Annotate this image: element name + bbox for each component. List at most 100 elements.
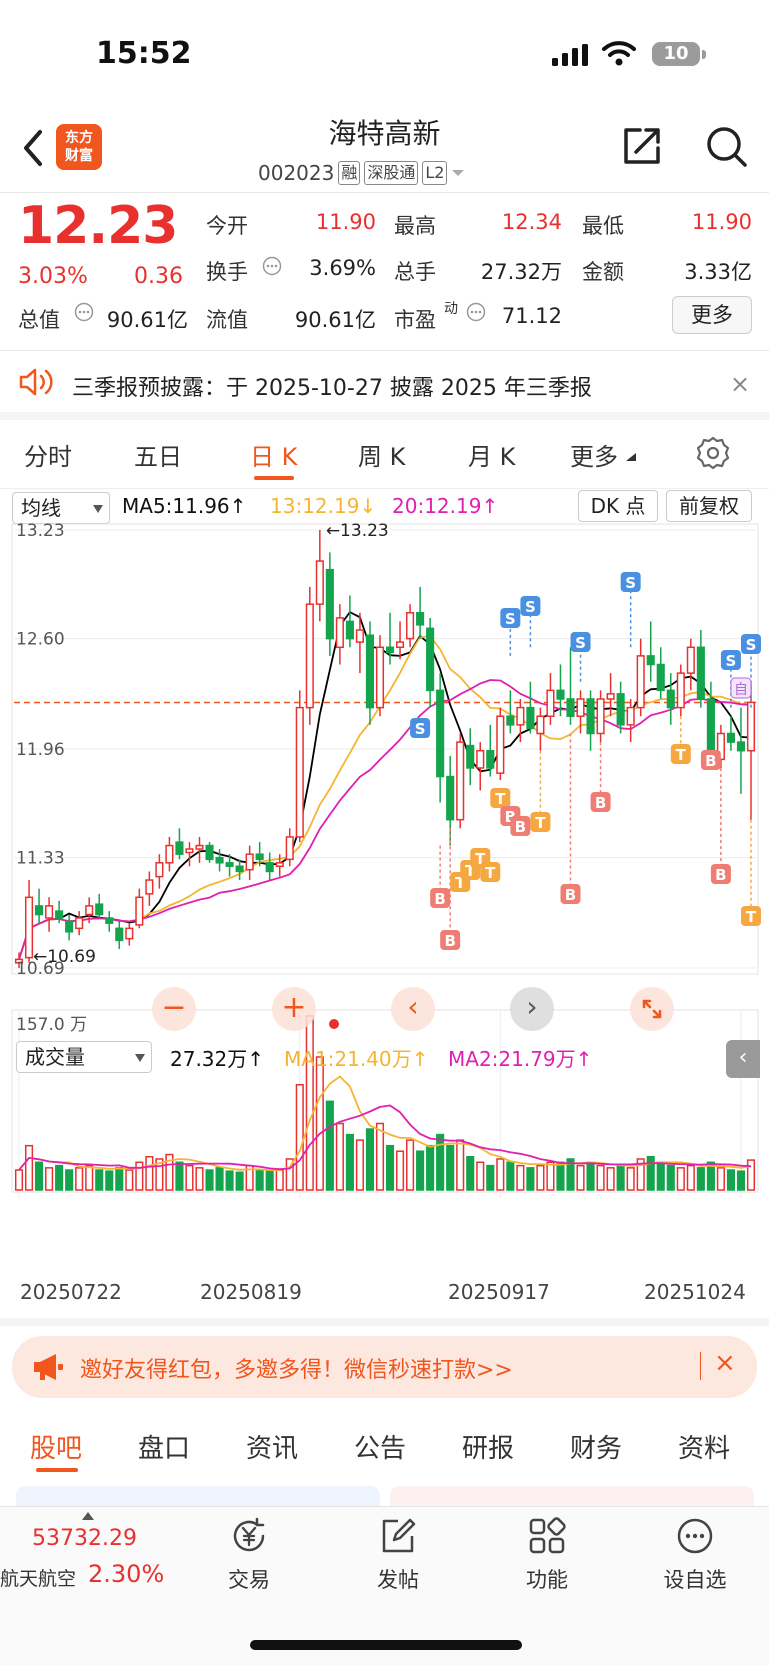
candle-body — [225, 862, 234, 868]
volume-bar — [265, 1170, 274, 1191]
volume-ma1-label: MA1:21.40万↑ — [284, 1047, 429, 1071]
index-percent[interactable]: 2.30% — [88, 1560, 164, 1588]
volume-bar — [355, 1139, 364, 1191]
candle-body — [135, 896, 144, 926]
notice-close-button[interactable]: × — [730, 370, 750, 398]
marker-label: T — [495, 790, 506, 808]
volume-bar — [716, 1167, 725, 1191]
tab-research[interactable]: 研报 — [462, 1428, 514, 1465]
change-amount: 0.36 — [134, 264, 183, 289]
volume-bar — [385, 1144, 395, 1191]
tab-finance[interactable]: 财务 — [570, 1428, 622, 1465]
volume-bar — [576, 1164, 585, 1191]
volume-bar — [456, 1139, 465, 1191]
candle-body — [626, 706, 635, 726]
search-icon[interactable] — [704, 124, 748, 168]
volume-ma1-line — [18, 1075, 752, 1172]
marker-label: S — [575, 634, 586, 652]
zoom-out-button[interactable]: − — [152, 987, 196, 1031]
ma13-label: 13:12.19↓ — [270, 494, 377, 518]
candle-body — [275, 862, 284, 868]
promo-close-button[interactable]: × — [714, 1348, 736, 1378]
volume-bar — [406, 1139, 415, 1191]
more-button[interactable]: 更多 — [672, 296, 752, 334]
side-panel-toggle[interactable]: ‹ — [726, 1040, 760, 1078]
volume-bar — [586, 1161, 595, 1191]
tab-announcements[interactable]: 公告 — [354, 1428, 406, 1465]
battery-tip — [702, 50, 706, 59]
pe-dynamic-sup: 动 — [444, 301, 458, 317]
expand-up-icon[interactable] — [82, 1512, 94, 1520]
high-label: 最高 — [394, 214, 436, 238]
scroll-left-button[interactable]: ‹ — [391, 987, 435, 1031]
nav-functions[interactable]: 功能 — [502, 1516, 592, 1594]
tab-five-day[interactable]: 五日 — [134, 437, 182, 472]
tab-monthly-k[interactable]: 月 K — [468, 437, 515, 472]
signal-icon — [552, 44, 588, 66]
volume-bar — [556, 1161, 565, 1191]
info-icon[interactable] — [466, 302, 486, 322]
change-percent: 3.03% — [18, 264, 88, 289]
tab-intraday[interactable]: 分时 — [24, 437, 72, 472]
candle-body — [726, 732, 735, 743]
candle-body — [145, 879, 154, 895]
scroll-right-button[interactable]: › — [510, 987, 554, 1031]
tab-profile[interactable]: 资料 — [678, 1428, 730, 1465]
index-name[interactable]: 航天航空 — [0, 1564, 76, 1591]
tab-news[interactable]: 资讯 — [246, 1428, 298, 1465]
promo-text[interactable]: 邀好友得红包，多邀多得！微信秒速打款>> — [80, 1352, 513, 1384]
tag-margin: 融 — [338, 161, 361, 185]
volume-bar — [85, 1164, 94, 1191]
gear-icon[interactable] — [696, 436, 730, 470]
candle-body — [375, 646, 385, 709]
volume-indicator-select[interactable]: 成交量 — [16, 1041, 152, 1073]
volume-bar — [185, 1164, 194, 1191]
tab-order-book[interactable]: 盘口 — [138, 1428, 190, 1465]
candle-body — [496, 715, 505, 774]
volume-value: 27.32万 — [480, 260, 562, 284]
candle-body — [255, 853, 264, 861]
tab-daily-k[interactable]: 日 K — [250, 437, 297, 472]
tab-more[interactable]: 更多 — [570, 437, 618, 472]
candle-body — [395, 641, 405, 649]
marker-label: T — [746, 908, 757, 926]
tab-weekly-k[interactable]: 周 K — [358, 437, 405, 472]
nav-add-watchlist[interactable]: 设自选 — [650, 1516, 740, 1594]
dk-point-button[interactable]: DK 点 — [578, 490, 658, 522]
share-icon[interactable] — [620, 124, 664, 168]
index-value[interactable]: 53732.29 — [32, 1526, 137, 1551]
high-value: 12.34 — [501, 210, 562, 234]
nav-trade[interactable]: 交易 — [204, 1516, 294, 1594]
candle-body — [55, 910, 64, 919]
fullscreen-icon[interactable] — [630, 987, 674, 1031]
candle-body — [115, 927, 124, 942]
candle-body — [686, 646, 695, 674]
ma20-label: 20:12.19↑ — [392, 494, 499, 518]
date-label: 20250722 — [20, 1280, 122, 1304]
active-subtab-underline — [36, 1468, 78, 1472]
info-icon[interactable] — [262, 256, 282, 276]
marker-label: B — [715, 866, 726, 884]
candle-body — [175, 841, 184, 855]
date-label: 20251024 — [644, 1280, 746, 1304]
float-cap-label: 流值 — [206, 308, 248, 332]
candle-body — [416, 612, 425, 626]
nav-add-watchlist-label: 设自选 — [663, 1568, 727, 1592]
nav-post[interactable]: 发帖 — [353, 1516, 443, 1594]
volume-bar — [365, 1128, 375, 1191]
volume-bar — [466, 1156, 475, 1191]
candle-body — [466, 744, 475, 769]
tab-guba[interactable]: 股吧 — [30, 1428, 82, 1465]
stock-subtitle[interactable]: 002023 融 深股通 L2 — [258, 158, 465, 188]
candle-body — [195, 844, 204, 850]
info-icon[interactable] — [74, 302, 94, 322]
volume-bar — [65, 1169, 74, 1191]
adjust-button[interactable]: 前复权 — [666, 490, 752, 522]
indicator-select-value: 均线 — [21, 496, 61, 520]
candle-body — [345, 620, 354, 640]
volume-bar — [416, 1150, 425, 1191]
zoom-in-button[interactable]: + — [272, 987, 316, 1031]
kline-chart[interactable]: BBTTTTTBB TBBT BBTSSSSSSS自 13.2312.6011.96… — [0, 520, 769, 1280]
notice-text[interactable]: 三季报预披露：于 2025-10-27 披露 2025 年三季报 — [72, 370, 592, 402]
candle-body — [75, 917, 84, 930]
